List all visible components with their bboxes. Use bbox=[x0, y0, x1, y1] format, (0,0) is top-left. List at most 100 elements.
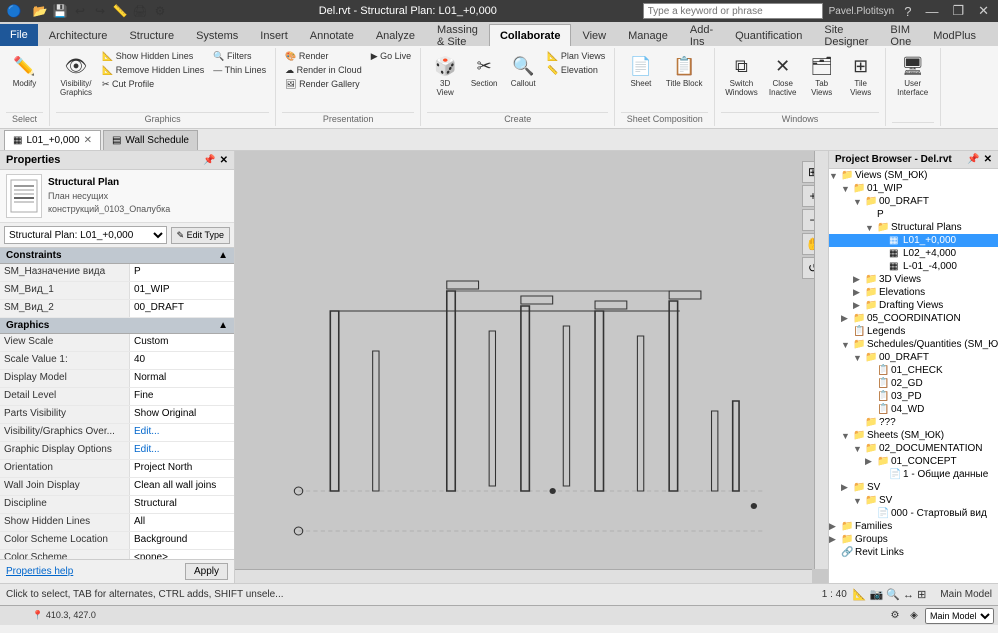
tree-item-05coord[interactable]: ▶ 📁 05_COORDINATION bbox=[829, 312, 998, 325]
plan-views-btn[interactable]: 📐 Plan Views bbox=[544, 50, 608, 63]
sheet-btn[interactable]: 📄 Sheet bbox=[623, 50, 659, 91]
tree-item-elevations[interactable]: ▶ 📁 Elevations bbox=[829, 286, 998, 299]
qa-print[interactable]: 🖨 bbox=[131, 2, 149, 20]
tree-item-families[interactable]: ▶ 📁 Families bbox=[829, 520, 998, 533]
tree-item-obshie[interactable]: 📄 1 - Общие данные bbox=[829, 468, 998, 481]
minimize-btn[interactable]: — bbox=[921, 4, 942, 19]
modify-btn[interactable]: ✏️ Modify bbox=[7, 50, 43, 91]
callout-btn[interactable]: 🔍 Callout bbox=[505, 50, 541, 91]
tree-item-01concept[interactable]: ▶ 📁 01_CONCEPT bbox=[829, 455, 998, 468]
vertical-scrollbar[interactable] bbox=[814, 151, 828, 569]
tab-quantification[interactable]: Quantification bbox=[724, 24, 813, 46]
properties-help-link[interactable]: Properties help bbox=[6, 566, 73, 577]
tab-massing[interactable]: Massing & Site bbox=[426, 24, 489, 46]
visibility-graphics-btn[interactable]: 👁 Visibility/Graphics bbox=[56, 50, 96, 100]
tree-item-qqq[interactable]: 📁 ??? bbox=[829, 416, 998, 429]
user-interface-btn[interactable]: 🖥 UserInterface bbox=[893, 50, 932, 100]
tab-architecture[interactable]: Architecture bbox=[38, 24, 119, 46]
maximize-btn[interactable]: ❐ bbox=[948, 3, 968, 19]
tree-item-p[interactable]: P bbox=[829, 208, 998, 221]
tree-item-04wd[interactable]: 📋 04_WD bbox=[829, 403, 998, 416]
tab-sitedesigner[interactable]: Site Designer bbox=[813, 24, 879, 46]
render-btn[interactable]: 🎨 Render bbox=[282, 50, 365, 63]
tree-item-legends[interactable]: 📋 Legends bbox=[829, 325, 998, 338]
edit-type-btn[interactable]: ✎ Edit Type bbox=[171, 227, 230, 244]
tree-item-drafting[interactable]: ▶ 📁 Drafting Views bbox=[829, 299, 998, 312]
doc-tab-close-l01[interactable]: ✕ bbox=[84, 135, 92, 146]
doc-tab-wallschedule[interactable]: ▤ Wall Schedule bbox=[103, 130, 198, 150]
close-btn[interactable]: ✕ bbox=[974, 3, 993, 19]
qa-open[interactable]: 📂 bbox=[31, 2, 49, 20]
tab-structure[interactable]: Structure bbox=[118, 24, 185, 46]
tree-item-3dviews[interactable]: ▶ 📁 3D Views bbox=[829, 273, 998, 286]
tree-item-startview[interactable]: 📄 000 - Стартовый вид bbox=[829, 507, 998, 520]
section-btn[interactable]: ✂ Section bbox=[466, 50, 502, 91]
tab-sm[interactable]: SM bbox=[987, 24, 998, 46]
help-btn[interactable]: ? bbox=[900, 4, 915, 19]
tree-item-00draft[interactable]: ▼ 📁 00_DRAFT bbox=[829, 195, 998, 208]
section-graphics[interactable]: Graphics ▲ bbox=[0, 318, 234, 334]
apply-btn[interactable]: Apply bbox=[185, 563, 228, 580]
tab-addins[interactable]: Add-Ins bbox=[679, 24, 724, 46]
switch-windows-btn[interactable]: ⧉ SwitchWindows bbox=[721, 50, 761, 100]
golive-btn[interactable]: ▶ Go Live bbox=[368, 50, 414, 63]
canvas-area[interactable]: ⊞ + − ✋ ↺ bbox=[235, 151, 828, 583]
tab-bimone[interactable]: BIM One bbox=[879, 24, 922, 46]
tree-item-sv-sub[interactable]: ▼ 📁 SV bbox=[829, 494, 998, 507]
tab-modplus[interactable]: ModPlus bbox=[922, 24, 987, 46]
qa-save[interactable]: 💾 bbox=[51, 2, 69, 20]
tree-item-01wip[interactable]: ▼ 📁 01_WIP bbox=[829, 182, 998, 195]
tree-item-revitlinks[interactable]: 🔗 Revit Links bbox=[829, 546, 998, 559]
tree-item-schedules[interactable]: ▼ 📁 Schedules/Quantities (SM_ЮК) bbox=[829, 338, 998, 351]
doc-tab-l01[interactable]: ▦ L01_+0,000 ✕ bbox=[4, 130, 101, 150]
close-inactive-btn[interactable]: ✕ CloseInactive bbox=[765, 50, 801, 100]
qa-redo[interactable]: ↪ bbox=[91, 2, 109, 20]
filters-btn[interactable]: 🔍 Filters bbox=[210, 50, 269, 63]
cut-profile-btn[interactable]: ✂ Cut Profile bbox=[99, 78, 207, 91]
properties-pin[interactable]: 📌 bbox=[203, 155, 215, 166]
tab-view[interactable]: View bbox=[571, 24, 617, 46]
qa-measure[interactable]: 📏 bbox=[111, 2, 129, 20]
tree-item-sv-top[interactable]: ▶ 📁 SV bbox=[829, 481, 998, 494]
tree-item-views[interactable]: ▼ 📁 Views (SM_ЮК) bbox=[829, 169, 998, 182]
tab-manage[interactable]: Manage bbox=[617, 24, 679, 46]
horizontal-scrollbar[interactable] bbox=[235, 569, 812, 583]
titleblock-btn[interactable]: 📋 Title Block bbox=[662, 50, 707, 91]
render-cloud-btn[interactable]: ☁ Render in Cloud bbox=[282, 64, 365, 77]
properties-close[interactable]: ✕ bbox=[220, 155, 228, 166]
qa-settings[interactable]: ⚙ bbox=[151, 2, 169, 20]
elevation-btn[interactable]: 📏 Elevation bbox=[544, 64, 608, 77]
show-hidden-lines-btn[interactable]: 📐 Show Hidden Lines bbox=[99, 50, 207, 63]
thin-lines-btn[interactable]: — Thin Lines bbox=[210, 64, 269, 76]
tree-item-l01[interactable]: ▦ L01_+0,000 bbox=[829, 234, 998, 247]
section-constraints[interactable]: Constraints ▲ bbox=[0, 248, 234, 264]
3dview-btn[interactable]: 🎲 3DView bbox=[427, 50, 463, 100]
app-menu-btn[interactable]: 🔵 bbox=[5, 2, 23, 20]
tree-item-02gd[interactable]: 📋 02_GD bbox=[829, 377, 998, 390]
view-type-select[interactable]: Structural Plan: L01_+0,000 bbox=[4, 226, 167, 244]
qa-undo[interactable]: ↩ bbox=[71, 2, 89, 20]
tree-item-sheets[interactable]: ▼ 📁 Sheets (SM_ЮК) bbox=[829, 429, 998, 442]
browser-pin[interactable]: 📌 bbox=[967, 154, 979, 165]
tree-item-03pd[interactable]: 📋 03_PD bbox=[829, 390, 998, 403]
tab-annotate[interactable]: Annotate bbox=[299, 24, 365, 46]
tab-systems[interactable]: Systems bbox=[185, 24, 249, 46]
tile-views-btn[interactable]: ⊞ TileViews bbox=[843, 50, 879, 100]
tab-file[interactable]: File bbox=[0, 24, 38, 46]
search-input[interactable] bbox=[643, 3, 823, 19]
tree-item-01check[interactable]: 📋 01_CHECK bbox=[829, 364, 998, 377]
tab-collaborate[interactable]: Collaborate bbox=[489, 24, 572, 46]
tree-item-sched-00draft[interactable]: ▼ 📁 00_DRAFT bbox=[829, 351, 998, 364]
tab-analyze[interactable]: Analyze bbox=[365, 24, 426, 46]
tree-item-structural-plans[interactable]: ▼ 📁 Structural Plans bbox=[829, 221, 998, 234]
tab-views-btn[interactable]: 🗂 TabViews bbox=[804, 50, 840, 100]
render-gallery-btn[interactable]: 🖼 Render Gallery bbox=[282, 78, 365, 91]
remove-hidden-lines-btn[interactable]: 📐 Remove Hidden Lines bbox=[99, 64, 207, 77]
design-options-btn[interactable]: ◈ bbox=[906, 608, 922, 624]
tree-item-l02[interactable]: ▦ L02_+4,000 bbox=[829, 247, 998, 260]
tree-item-l-01[interactable]: ▦ L-01_-4,000 bbox=[829, 260, 998, 273]
browser-close[interactable]: ✕ bbox=[984, 154, 992, 165]
active-workset-select[interactable]: Main Model bbox=[925, 608, 994, 624]
worksets-btn[interactable]: ⚙ bbox=[887, 608, 903, 624]
tree-item-02doc[interactable]: ▼ 📁 02_DOCUMENTATION bbox=[829, 442, 998, 455]
